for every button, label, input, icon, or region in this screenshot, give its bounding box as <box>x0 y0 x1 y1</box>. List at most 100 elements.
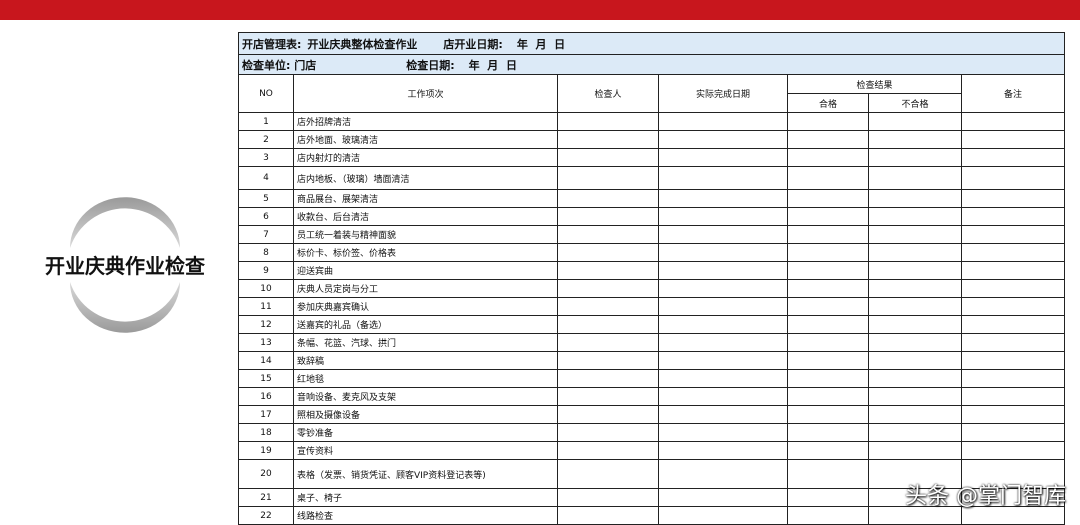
row-fail[interactable] <box>868 315 962 334</box>
row-fail[interactable] <box>868 207 962 226</box>
row-actual-date[interactable] <box>658 423 788 442</box>
row-fail[interactable] <box>868 112 962 131</box>
row-actual-date[interactable] <box>658 441 788 460</box>
row-inspector[interactable] <box>557 279 659 298</box>
row-inspector[interactable] <box>557 207 659 226</box>
row-pass[interactable] <box>787 369 869 388</box>
row-inspector[interactable] <box>557 166 659 190</box>
row-inspector[interactable] <box>557 225 659 244</box>
row-remarks[interactable] <box>960 279 1066 298</box>
row-actual-date[interactable] <box>658 333 788 352</box>
row-inspector[interactable] <box>557 459 659 489</box>
row-remarks[interactable] <box>960 333 1066 352</box>
row-remarks[interactable] <box>960 148 1066 167</box>
row-actual-date[interactable] <box>658 189 788 208</box>
row-remarks[interactable] <box>960 225 1066 244</box>
row-pass[interactable] <box>787 189 869 208</box>
row-pass[interactable] <box>787 130 869 149</box>
row-actual-date[interactable] <box>658 166 788 190</box>
row-pass[interactable] <box>787 441 869 460</box>
row-fail[interactable] <box>868 441 962 460</box>
row-actual-date[interactable] <box>658 488 788 507</box>
row-remarks[interactable] <box>960 130 1066 149</box>
row-fail[interactable] <box>868 261 962 280</box>
row-actual-date[interactable] <box>658 459 788 489</box>
row-fail[interactable] <box>868 148 962 167</box>
row-inspector[interactable] <box>557 261 659 280</box>
row-actual-date[interactable] <box>658 112 788 131</box>
row-remarks[interactable] <box>960 261 1066 280</box>
row-fail[interactable] <box>868 225 962 244</box>
row-inspector[interactable] <box>557 488 659 507</box>
row-fail[interactable] <box>868 189 962 208</box>
row-remarks[interactable] <box>960 441 1066 460</box>
row-actual-date[interactable] <box>658 243 788 262</box>
row-pass[interactable] <box>787 459 869 489</box>
row-fail[interactable] <box>868 130 962 149</box>
row-actual-date[interactable] <box>658 506 788 525</box>
row-remarks[interactable] <box>960 112 1066 131</box>
row-pass[interactable] <box>787 351 869 370</box>
row-inspector[interactable] <box>557 506 659 525</box>
row-actual-date[interactable] <box>658 297 788 316</box>
row-pass[interactable] <box>787 148 869 167</box>
row-actual-date[interactable] <box>658 405 788 424</box>
row-fail[interactable] <box>868 243 962 262</box>
row-remarks[interactable] <box>960 369 1066 388</box>
row-remarks[interactable] <box>960 315 1066 334</box>
row-fail[interactable] <box>868 297 962 316</box>
row-inspector[interactable] <box>557 387 659 406</box>
row-fail[interactable] <box>868 333 962 352</box>
row-remarks[interactable] <box>960 387 1066 406</box>
row-fail[interactable] <box>868 423 962 442</box>
row-pass[interactable] <box>787 488 869 507</box>
row-fail[interactable] <box>868 405 962 424</box>
row-inspector[interactable] <box>557 189 659 208</box>
row-pass[interactable] <box>787 243 869 262</box>
row-pass[interactable] <box>787 333 869 352</box>
row-pass[interactable] <box>787 112 869 131</box>
row-inspector[interactable] <box>557 297 659 316</box>
row-inspector[interactable] <box>557 333 659 352</box>
row-pass[interactable] <box>787 405 869 424</box>
row-actual-date[interactable] <box>658 387 788 406</box>
row-actual-date[interactable] <box>658 225 788 244</box>
row-pass[interactable] <box>787 423 869 442</box>
row-fail[interactable] <box>868 279 962 298</box>
row-fail[interactable] <box>868 351 962 370</box>
row-remarks[interactable] <box>960 423 1066 442</box>
row-inspector[interactable] <box>557 112 659 131</box>
row-fail[interactable] <box>868 369 962 388</box>
row-actual-date[interactable] <box>658 369 788 388</box>
row-inspector[interactable] <box>557 315 659 334</box>
row-pass[interactable] <box>787 387 869 406</box>
row-fail[interactable] <box>868 166 962 190</box>
row-inspector[interactable] <box>557 369 659 388</box>
row-inspector[interactable] <box>557 441 659 460</box>
row-pass[interactable] <box>787 506 869 525</box>
row-inspector[interactable] <box>557 351 659 370</box>
row-remarks[interactable] <box>960 351 1066 370</box>
row-actual-date[interactable] <box>658 351 788 370</box>
row-actual-date[interactable] <box>658 279 788 298</box>
row-remarks[interactable] <box>960 243 1066 262</box>
row-pass[interactable] <box>787 297 869 316</box>
row-actual-date[interactable] <box>658 148 788 167</box>
row-inspector[interactable] <box>557 423 659 442</box>
row-inspector[interactable] <box>557 243 659 262</box>
row-pass[interactable] <box>787 207 869 226</box>
row-remarks[interactable] <box>960 207 1066 226</box>
row-actual-date[interactable] <box>658 315 788 334</box>
row-inspector[interactable] <box>557 148 659 167</box>
row-remarks[interactable] <box>960 166 1066 190</box>
row-pass[interactable] <box>787 166 869 190</box>
row-remarks[interactable] <box>960 189 1066 208</box>
row-remarks[interactable] <box>960 297 1066 316</box>
row-pass[interactable] <box>787 315 869 334</box>
row-pass[interactable] <box>787 279 869 298</box>
row-actual-date[interactable] <box>658 130 788 149</box>
row-fail[interactable] <box>868 387 962 406</box>
row-actual-date[interactable] <box>658 261 788 280</box>
row-remarks[interactable] <box>960 405 1066 424</box>
row-pass[interactable] <box>787 225 869 244</box>
